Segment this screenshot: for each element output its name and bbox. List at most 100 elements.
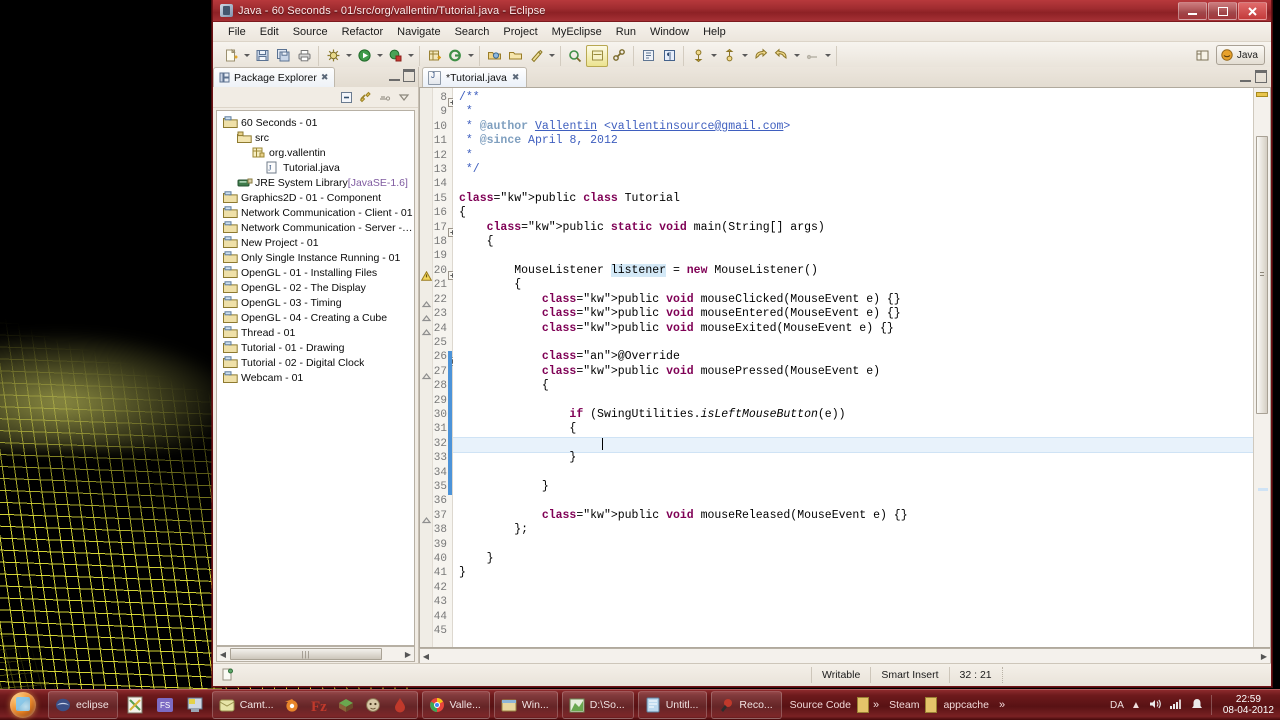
menu-search[interactable]: Search	[448, 24, 497, 40]
taskbar-button-chrome[interactable]: Valle...	[421, 691, 490, 719]
taskbar-item-minecraft[interactable]	[334, 693, 361, 717]
vscroll-thumb[interactable]	[1256, 136, 1268, 414]
menu-file[interactable]: File	[221, 24, 253, 40]
chevron-appcache[interactable]: »	[995, 699, 1009, 711]
editor-horizontal-scrollbar[interactable]: ◀ ▶	[419, 648, 1271, 664]
new-wizard-icon[interactable]	[221, 46, 241, 66]
tree-item[interactable]: OpenGL - 01 - Installing Files	[217, 265, 414, 280]
toolbar-label-steam[interactable]: Steam	[883, 699, 925, 711]
tree-item[interactable]: Tutorial - 01 - Drawing	[217, 340, 414, 355]
taskbar-item-dso[interactable]: D:\So...	[565, 693, 631, 717]
tree-item[interactable]: Network Communication - Server - 01	[217, 220, 414, 235]
taskbar-item-recorder[interactable]: Reco...	[714, 693, 778, 717]
open-task-icon[interactable]	[505, 46, 525, 66]
collapse-all-icon[interactable]	[338, 89, 355, 105]
overview-warning-marker[interactable]	[1256, 92, 1268, 97]
menu-edit[interactable]: Edit	[253, 24, 286, 40]
tab-tutorial-java[interactable]: *Tutorial.java ✖	[422, 67, 528, 87]
warning-marker-icon[interactable]	[420, 268, 433, 281]
menu-run[interactable]: Run	[609, 24, 643, 40]
forward-icon[interactable]	[771, 46, 791, 66]
pin-icon[interactable]	[802, 46, 822, 66]
run-dropdown-icon[interactable]	[375, 46, 384, 66]
previous-annotation-icon[interactable]	[719, 46, 739, 66]
debug-icon[interactable]	[323, 46, 343, 66]
annotation-column[interactable]	[420, 88, 433, 647]
taskbar-item-drop[interactable]	[388, 693, 415, 717]
search-icon[interactable]	[526, 46, 546, 66]
new-wizard-dropdown-icon[interactable]	[242, 46, 251, 66]
taskbar-item-untitled[interactable]: Untitl...	[641, 693, 705, 717]
override-marker-icon[interactable]	[421, 311, 432, 322]
show-whitespace-icon[interactable]	[638, 46, 658, 66]
tree-item[interactable]: OpenGL - 04 - Creating a Cube	[217, 310, 414, 325]
taskbar-button-dso[interactable]: D:\So...	[561, 691, 634, 719]
language-indicator[interactable]: DA	[1110, 700, 1124, 711]
tree-item[interactable]: Tutorial - 02 - Digital Clock	[217, 355, 414, 370]
scroll-left-icon[interactable]: ◀	[217, 650, 229, 659]
next-annotation-icon[interactable]	[688, 46, 708, 66]
maximize-editor-icon[interactable]	[1255, 70, 1267, 83]
toolbar-label-source-code[interactable]: Source Code	[784, 699, 857, 711]
tree-item[interactable]: org.vallentin	[217, 145, 414, 160]
package-explorer-tree[interactable]: 60 Seconds - 01 src org.vallentin J Tutorial…	[216, 110, 415, 646]
scroll-right-icon[interactable]: ▶	[402, 650, 414, 659]
override-marker-icon[interactable]	[421, 297, 432, 307]
volume-icon[interactable]	[1148, 697, 1162, 714]
quicklaunch-screen[interactable]	[180, 692, 210, 718]
quicklaunch-fs[interactable]: FS	[150, 692, 180, 718]
override-marker-icon[interactable]	[421, 325, 432, 336]
tab-package-explorer[interactable]: Package Explorer ✖	[213, 67, 336, 87]
taskbar-button-explorer[interactable]: Win...	[493, 691, 558, 719]
tree-item[interactable]: Thread - 01	[217, 325, 414, 340]
taskbar-button-untitled[interactable]: Untitl...	[637, 691, 708, 719]
pin-dropdown-icon[interactable]	[823, 46, 832, 66]
show-hidden-icons-arrow[interactable]: ▲	[1131, 700, 1141, 711]
menu-refactor[interactable]: Refactor	[335, 24, 391, 40]
chevron-source-code[interactable]: »	[869, 699, 883, 711]
code-canvas[interactable]: /** * * @author Vallentin <vallentinsour…	[453, 88, 1253, 647]
toolbar-label-appcache[interactable]: appcache	[937, 699, 995, 711]
hscroll-thumb[interactable]: |||	[230, 648, 382, 660]
close-button[interactable]	[1238, 2, 1267, 20]
perspective-java-button[interactable]: Java	[1215, 45, 1265, 65]
window-titlebar[interactable]: Java - 60 Seconds - 01/src/org/vallentin…	[213, 0, 1271, 22]
tree-item[interactable]: OpenGL - 03 - Timing	[217, 295, 414, 310]
tree-item[interactable]: Network Communication - Client - 01	[217, 205, 414, 220]
search-dropdown-icon[interactable]	[547, 46, 556, 66]
view-menu-icon[interactable]	[376, 89, 393, 105]
overview-info-marker[interactable]	[1258, 488, 1268, 491]
new-java-dropdown-icon[interactable]	[466, 46, 475, 66]
minimize-editor-icon[interactable]	[1240, 71, 1251, 82]
link-with-editor-icon[interactable]	[357, 89, 374, 105]
scroll-right-icon[interactable]: ▶	[1258, 652, 1270, 661]
tree-item[interactable]: JRE System Library [JavaSE-1.6]	[217, 175, 414, 190]
taskbar-item-camtasia[interactable]: Camt...	[215, 693, 280, 717]
menu-navigate[interactable]: Navigate	[390, 24, 447, 40]
view-dropdown-icon[interactable]	[395, 89, 412, 105]
maximize-view-icon[interactable]	[403, 69, 415, 82]
taskbar-item-monkey[interactable]	[361, 693, 388, 717]
tree-item[interactable]: New Project - 01	[217, 235, 414, 250]
scroll-left-icon[interactable]: ◀	[420, 652, 432, 661]
taskbar-button-eclipse[interactable]: eclipse	[48, 691, 118, 719]
forward-dropdown-icon[interactable]	[792, 46, 801, 66]
link-icon[interactable]	[609, 46, 629, 66]
new-java-package-icon[interactable]	[424, 46, 444, 66]
quicklaunch-notepad[interactable]	[120, 692, 150, 718]
run-icon[interactable]	[354, 46, 374, 66]
start-button[interactable]	[0, 690, 46, 720]
tree-item[interactable]: src	[217, 130, 414, 145]
taskbar-item-filezilla[interactable]: Fz	[307, 693, 334, 717]
editor-vertical-scrollbar[interactable]	[1253, 88, 1270, 647]
override-marker-icon[interactable]	[421, 369, 432, 379]
save-icon[interactable]	[252, 46, 272, 66]
open-perspective-icon[interactable]	[1193, 45, 1213, 65]
action-center-icon[interactable]	[1190, 697, 1204, 714]
tree-item[interactable]: Only Single Instance Running - 01	[217, 250, 414, 265]
debug-dropdown-icon[interactable]	[344, 46, 353, 66]
back-icon[interactable]	[750, 46, 770, 66]
minimize-button[interactable]	[1178, 2, 1207, 20]
tree-item[interactable]: 60 Seconds - 01	[217, 115, 414, 130]
taskbar-item-blender[interactable]	[280, 693, 307, 717]
